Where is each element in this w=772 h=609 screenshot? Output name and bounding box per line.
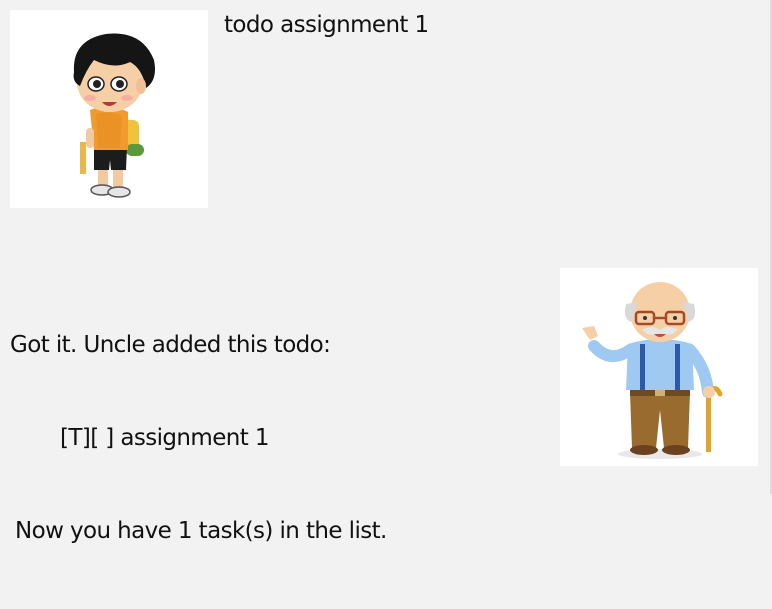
user-avatar <box>10 10 208 208</box>
bot-avatar <box>560 268 758 466</box>
bot-message-line: Now you have 1 task(s) in the list. <box>15 518 387 544</box>
boy-with-backpack-avatar-icon <box>73 33 155 198</box>
dialog-container[interactable]: todo assignment 1 Got it. Uncle added th… <box>0 0 772 544</box>
old-man-with-cane-avatar-icon <box>582 282 723 459</box>
bot-message-line: [T][ ] assignment 1 <box>60 425 269 451</box>
bot-message-line: Got it. Uncle added this todo: <box>10 332 331 358</box>
user-message-text: todo assignment 1 <box>224 12 429 38</box>
bot-message-text: Got it. Uncle added this todo: [T][ ] as… <box>10 268 387 609</box>
